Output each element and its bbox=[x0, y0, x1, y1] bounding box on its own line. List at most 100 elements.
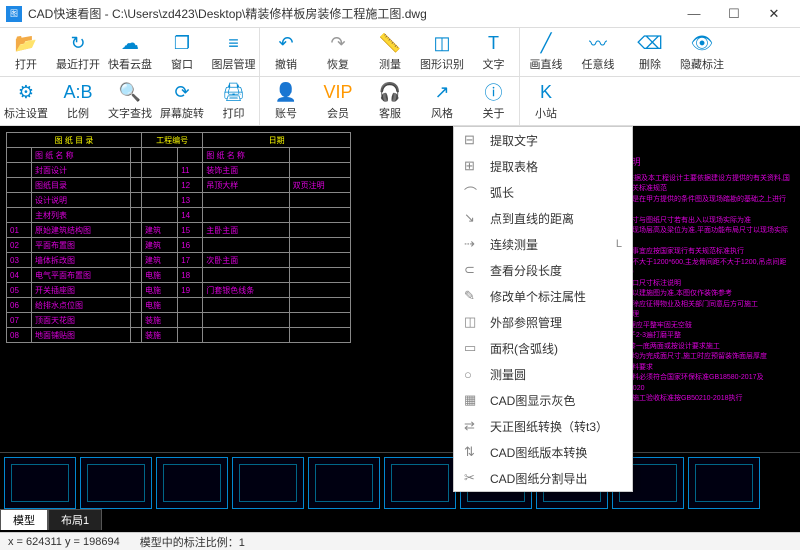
menu-item[interactable]: ▦CAD图显示灰色 bbox=[454, 387, 632, 413]
statusbar: x = 624311 y = 198694 模型中的标注比例：1 bbox=[0, 532, 800, 550]
maximize-button[interactable]: ☐ bbox=[714, 0, 754, 28]
sheet-thumbnails bbox=[0, 452, 800, 514]
tool-text[interactable]: T文字 bbox=[468, 28, 520, 76]
tool-undo[interactable]: ↶撤销 bbox=[260, 28, 312, 76]
tool-label: 图层管理 bbox=[212, 56, 256, 72]
menu-label: 修改单个标注属性 bbox=[490, 288, 586, 305]
tool-style[interactable]: ↗ 风格 bbox=[416, 77, 468, 125]
tool-service[interactable]: 🎧客服 bbox=[364, 77, 416, 125]
tab-model[interactable]: 模型 bbox=[0, 509, 48, 530]
close-button[interactable]: ✕ bbox=[754, 0, 794, 28]
menu-item[interactable]: ○测量圆 bbox=[454, 361, 632, 387]
menu-item[interactable]: ⌒弧长 bbox=[454, 179, 632, 205]
minimize-button[interactable]: — bbox=[674, 0, 714, 28]
table-row: 03墙体拆改图建筑17次卧主面 bbox=[7, 253, 351, 268]
menu-item[interactable]: ⊞ 提取表格 bbox=[454, 153, 632, 179]
delete-icon: ⌫ bbox=[639, 32, 661, 54]
menu-item[interactable]: ⊟提取文字 bbox=[454, 127, 632, 153]
style-icon: ↗ bbox=[431, 81, 453, 103]
layer-icon: ≡ bbox=[223, 32, 245, 54]
tool-label: 打印 bbox=[223, 105, 245, 121]
tool-cloud[interactable]: ☁ 快看云盘 bbox=[104, 28, 156, 76]
tool-label: 屏幕旋转 bbox=[160, 105, 204, 121]
menu-item[interactable]: ⇄ 天正图纸转换（转t3） bbox=[454, 413, 632, 439]
tool-layer[interactable]: ≡ 图层管理 bbox=[208, 28, 260, 76]
menu-label: 弧长 bbox=[490, 184, 514, 201]
tool-label: 快看云盘 bbox=[108, 56, 152, 72]
dimset-icon: ⚙ bbox=[15, 81, 37, 103]
menu-icon: ⊞ bbox=[464, 158, 482, 174]
tool-rotate[interactable]: ⟳屏幕旋转 bbox=[156, 77, 208, 125]
tool-about[interactable]: ⓘ关于 bbox=[468, 77, 520, 125]
thumbnail[interactable] bbox=[4, 457, 76, 509]
tool-window[interactable]: ❐窗口 bbox=[156, 28, 208, 76]
tool-label: 账号 bbox=[275, 105, 297, 121]
tool-dimset[interactable]: ⚙ 标注设置 bbox=[0, 77, 52, 125]
tool-measure[interactable]: 📏测量 bbox=[364, 28, 416, 76]
tool-freeline[interactable]: 〰任意线 bbox=[572, 28, 624, 76]
tool-shape[interactable]: ◫图形识别 bbox=[416, 28, 468, 76]
tool-hide[interactable]: 👁隐藏标注 bbox=[676, 28, 728, 76]
menu-item[interactable]: ↘点到直线的距离 bbox=[454, 205, 632, 231]
line-icon: ╱ bbox=[535, 32, 557, 54]
menu-icon: ⇄ bbox=[464, 418, 482, 434]
layout-tabs: 模型 布局1 bbox=[0, 509, 102, 530]
menu-label: 测量圆 bbox=[490, 366, 526, 383]
about-icon: ⓘ bbox=[483, 81, 505, 103]
thumbnail[interactable] bbox=[232, 457, 304, 509]
tool-label: 比例 bbox=[67, 105, 89, 121]
table-row: 图纸目录12吊顶大样双页注明 bbox=[7, 178, 351, 193]
menu-item[interactable]: ◫外部参照管理 bbox=[454, 309, 632, 335]
tool-redo[interactable]: ↷恢复 bbox=[312, 28, 364, 76]
tool-label: 撤销 bbox=[275, 56, 297, 72]
menu-item[interactable]: ▭面积(含弧线) bbox=[454, 335, 632, 361]
open-icon: 📂 bbox=[15, 32, 37, 54]
tool-print[interactable]: 🖨打印 bbox=[208, 77, 260, 125]
tool-open[interactable]: 📂打开 bbox=[0, 28, 52, 76]
table-row: 06给排水点位图电施 bbox=[7, 298, 351, 313]
menu-icon: ⇅ bbox=[464, 444, 482, 460]
hide-icon: 👁 bbox=[691, 32, 713, 54]
tab-layout1[interactable]: 布局1 bbox=[48, 509, 102, 530]
menu-icon: ▭ bbox=[464, 340, 482, 356]
thumbnail[interactable] bbox=[80, 457, 152, 509]
tool-line[interactable]: ╱画直线 bbox=[520, 28, 572, 76]
table-row: 主材列表14 bbox=[7, 208, 351, 223]
thumbnail[interactable] bbox=[156, 457, 228, 509]
tool-delete[interactable]: ⌫ 删除 bbox=[624, 28, 676, 76]
menu-item[interactable]: ⊂ 查看分段长度 bbox=[454, 257, 632, 283]
menu-label: 查看分段长度 bbox=[490, 262, 562, 279]
tool-label: 删除 bbox=[639, 56, 661, 72]
scale-icon: A:B bbox=[67, 81, 89, 103]
thumbnail[interactable] bbox=[384, 457, 456, 509]
tool-label: 最近打开 bbox=[56, 56, 100, 72]
window-controls: — ☐ ✕ bbox=[674, 0, 794, 28]
coords-readout: x = 624311 y = 198694 bbox=[8, 536, 120, 548]
menu-label: 提取表格 bbox=[490, 158, 538, 175]
tool-findtext[interactable]: 🔍文字查找 bbox=[104, 77, 156, 125]
menu-item[interactable]: ⇅CAD图纸版本转换 bbox=[454, 439, 632, 465]
menu-icon: ⊂ bbox=[464, 262, 482, 278]
cloud-icon: ☁ bbox=[119, 32, 141, 54]
thumbnail[interactable] bbox=[308, 457, 380, 509]
menu-item[interactable]: ⇢连续测量L bbox=[454, 231, 632, 257]
tool-account[interactable]: 👤账号 bbox=[260, 77, 312, 125]
text-icon: T bbox=[483, 32, 505, 54]
tool-scale[interactable]: A:B 比例 bbox=[52, 77, 104, 125]
tool-recent[interactable]: ↻最近打开 bbox=[52, 28, 104, 76]
tool-vip[interactable]: VIP 会员 bbox=[312, 77, 364, 125]
menu-label: CAD图纸分割导出 bbox=[490, 470, 587, 487]
tool-label: 标注设置 bbox=[4, 105, 48, 121]
vip-icon: VIP bbox=[327, 81, 349, 103]
drawing-canvas[interactable]: 图 纸 目 录工程编号日期图 纸 名 称图 纸 名 称封面设计11装饰主面图纸目… bbox=[0, 126, 800, 544]
menu-label: 天正图纸转换（转t3） bbox=[490, 418, 608, 435]
thumbnail[interactable] bbox=[688, 457, 760, 509]
shortcut: L bbox=[616, 238, 622, 250]
tool-label: 风格 bbox=[431, 105, 453, 121]
tool-site[interactable]: K小站 bbox=[520, 77, 572, 125]
menu-item[interactable]: ✂CAD图纸分割导出 bbox=[454, 465, 632, 491]
tool-label: 会员 bbox=[327, 105, 349, 121]
tool-label: 文字查找 bbox=[108, 105, 152, 121]
service-icon: 🎧 bbox=[379, 81, 401, 103]
menu-item[interactable]: ✎修改单个标注属性 bbox=[454, 283, 632, 309]
